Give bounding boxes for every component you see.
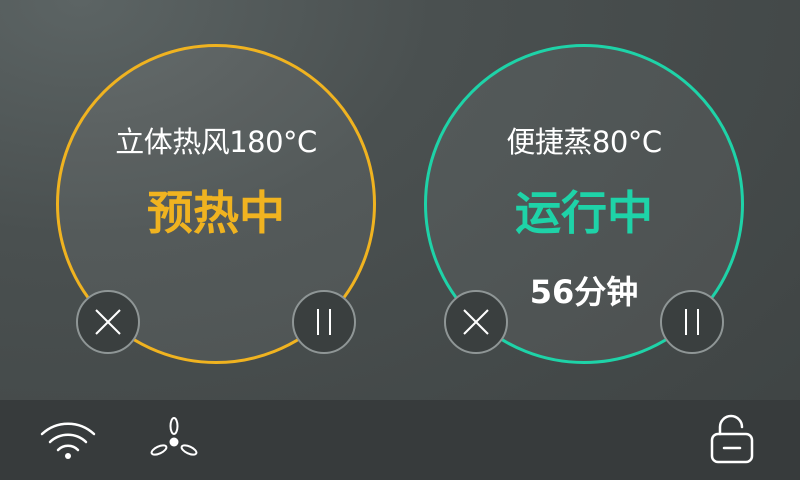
pause-icon: [317, 309, 331, 335]
right-pause-button[interactable]: [660, 290, 724, 354]
close-icon: [95, 309, 121, 335]
right-mode-title: 便捷蒸80°C: [506, 125, 662, 159]
close-icon: [463, 309, 489, 335]
bottom-status-bar: [0, 400, 800, 480]
pause-icon: [685, 309, 699, 335]
left-cancel-button[interactable]: [76, 290, 140, 354]
left-mode-title: 立体热风180°C: [115, 125, 317, 159]
wifi-icon[interactable]: [38, 418, 98, 462]
left-pause-button[interactable]: [292, 290, 356, 354]
right-cancel-button[interactable]: [444, 290, 508, 354]
unlock-icon[interactable]: [706, 414, 758, 466]
left-status-text: 预热中: [147, 186, 285, 240]
right-status-text: 运行中: [515, 186, 653, 240]
fan-icon[interactable]: [146, 416, 202, 466]
